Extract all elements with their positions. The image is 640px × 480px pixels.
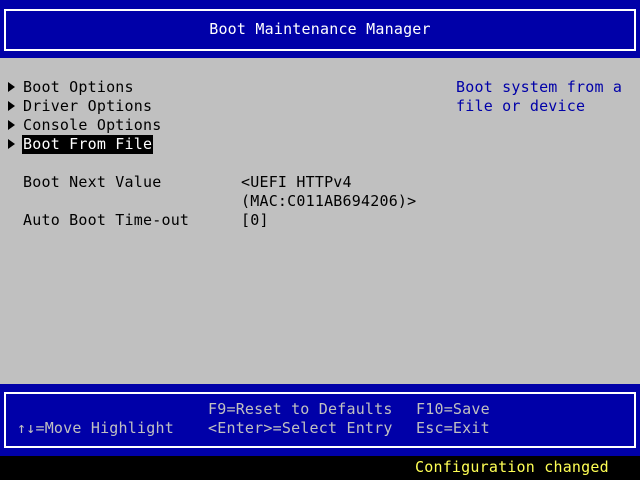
status-message: Configuration changed [415, 458, 609, 476]
save-hint: F10=Save [416, 400, 490, 418]
boot-next-value-continued[interactable]: (MAC:C011AB694206)> [241, 192, 416, 211]
menu-item-label: Driver Options [23, 97, 153, 115]
title-bar: Boot Maintenance Manager [0, 0, 640, 58]
submenu-arrow-icon [8, 101, 15, 111]
reset-defaults-hint: F9=Reset to Defaults [208, 400, 393, 418]
status-bar: Configuration changed [0, 456, 640, 480]
auto-boot-timeout-label: Auto Boot Time-out [23, 211, 190, 229]
move-highlight-hint: ↑↓=Move Highlight [17, 419, 174, 437]
exit-hint: Esc=Exit [416, 419, 490, 437]
menu-item-label: Boot From File [22, 135, 154, 154]
submenu-arrow-icon [8, 120, 15, 130]
boot-next-label: Boot Next Value [23, 173, 162, 191]
main-panel: Boot Options Driver Options Console Opti… [0, 58, 640, 384]
select-entry-hint: <Enter>=Select Entry [208, 419, 393, 437]
auto-boot-timeout-value[interactable]: [0] [241, 211, 269, 230]
menu-item-label: Console Options [23, 116, 162, 134]
help-text: Boot system from a file or device [456, 78, 623, 115]
boot-next-value[interactable]: <UEFI HTTPv4 [241, 173, 352, 192]
title-frame: Boot Maintenance Manager [4, 9, 636, 51]
key-help-bar: ↑↓=Move Highlight F9=Reset to Defaults <… [0, 384, 640, 456]
menu-item-label: Boot Options [23, 78, 134, 96]
key-help-frame: ↑↓=Move Highlight F9=Reset to Defaults <… [4, 392, 636, 448]
submenu-arrow-icon [8, 82, 15, 92]
submenu-arrow-icon [8, 139, 15, 149]
page-title: Boot Maintenance Manager [209, 20, 431, 38]
